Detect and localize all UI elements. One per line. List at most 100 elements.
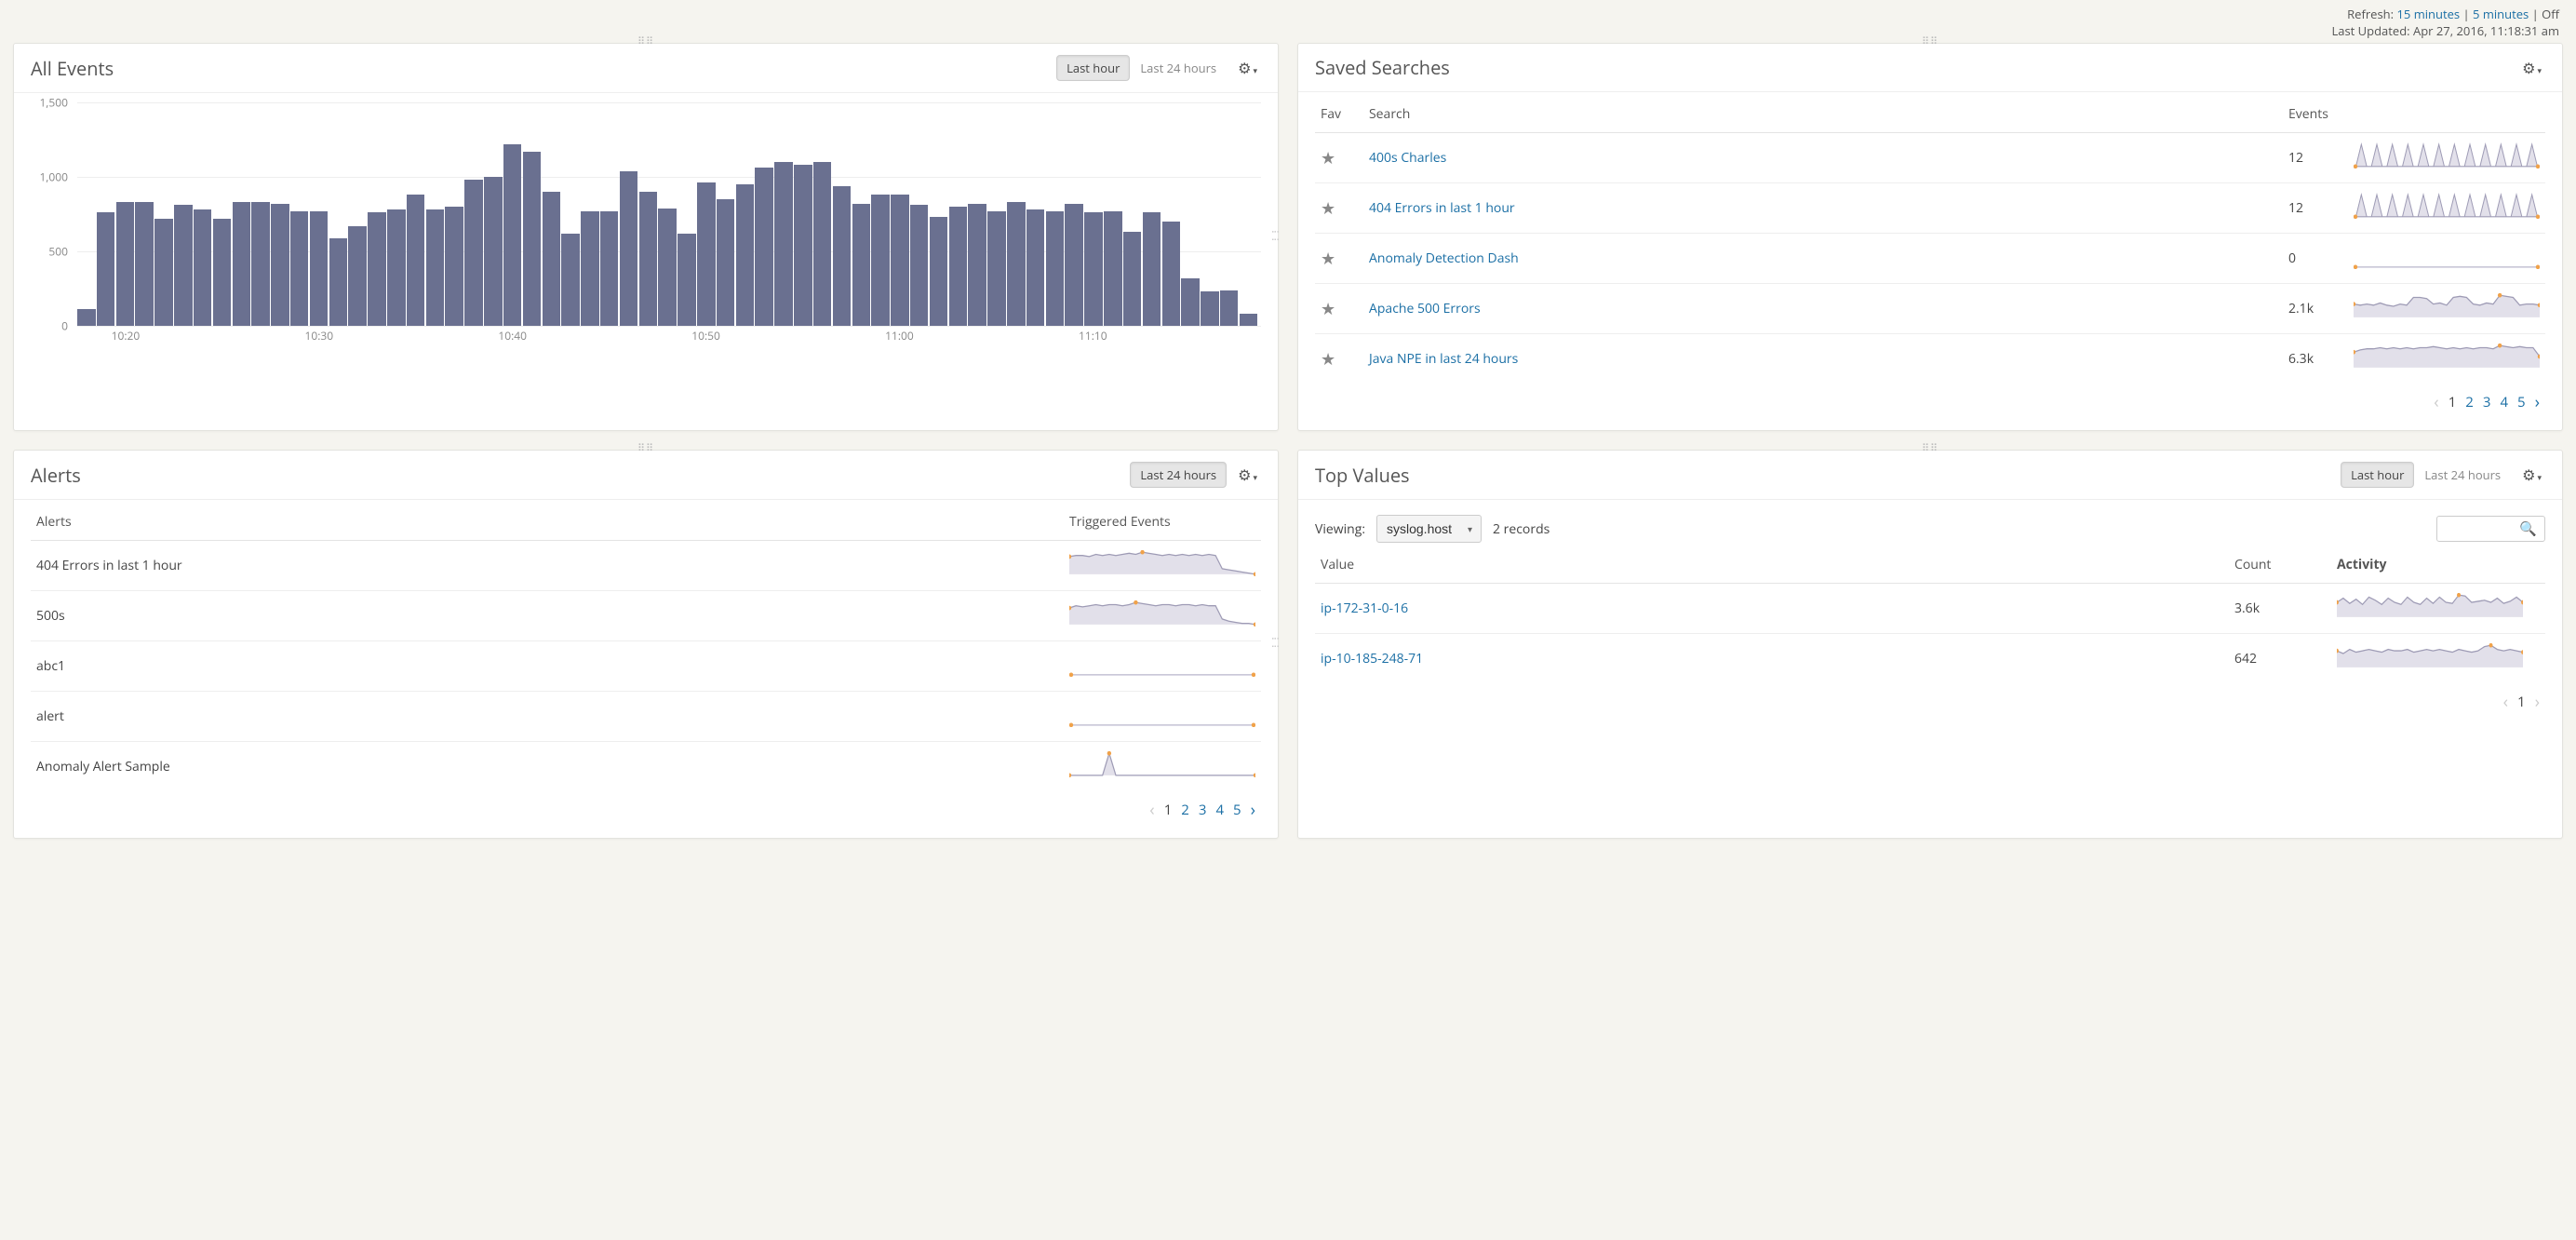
search-link[interactable]: Anomaly Detection Dash — [1369, 249, 1519, 267]
bar[interactable] — [290, 211, 309, 326]
bar[interactable] — [426, 209, 445, 326]
bar[interactable] — [910, 205, 929, 326]
panel-settings-button[interactable]: ⚙▾ — [1234, 463, 1261, 487]
bar[interactable] — [1007, 202, 1026, 326]
bar[interactable] — [1123, 232, 1142, 326]
col-value[interactable]: Value — [1315, 546, 2229, 584]
filter-input[interactable] — [2445, 522, 2519, 536]
bar[interactable] — [1104, 211, 1122, 326]
bar[interactable] — [271, 204, 289, 326]
bar[interactable] — [871, 195, 890, 326]
bar[interactable] — [678, 234, 696, 326]
bar[interactable] — [233, 202, 251, 326]
bar[interactable] — [600, 211, 619, 326]
bar[interactable] — [1162, 222, 1181, 326]
bar[interactable] — [581, 211, 599, 326]
pager-page[interactable]: 5 — [1233, 801, 1241, 819]
bar[interactable] — [968, 204, 986, 326]
bar[interactable] — [1065, 204, 1083, 326]
bar[interactable] — [310, 211, 329, 326]
search-link[interactable]: 400s Charles — [1369, 149, 1446, 167]
col-search[interactable]: Search — [1363, 96, 2283, 133]
bar[interactable] — [407, 195, 425, 326]
resize-handle-icon[interactable]: ⠇⠇ — [1268, 637, 1281, 653]
bar[interactable] — [77, 309, 96, 326]
search-link[interactable]: Apache 500 Errors — [1369, 300, 1481, 317]
bar[interactable] — [949, 207, 968, 326]
col-alerts[interactable]: Alerts — [31, 504, 1064, 541]
bar[interactable] — [1220, 290, 1239, 326]
value-link[interactable]: ip-10-185-248-71 — [1321, 650, 1423, 667]
bar[interactable] — [833, 186, 852, 326]
bar[interactable] — [174, 205, 193, 326]
refresh-5min-link[interactable]: 5 minutes — [2473, 6, 2529, 22]
bar[interactable] — [251, 202, 270, 326]
star-icon[interactable]: ★ — [1321, 348, 1335, 371]
pager-page[interactable]: 2 — [1181, 801, 1189, 819]
bar[interactable] — [1046, 211, 1065, 326]
pager-page[interactable]: 5 — [2517, 393, 2526, 411]
toggle-last-hour[interactable]: Last hour — [2341, 462, 2414, 488]
panel-settings-button[interactable]: ⚙▾ — [2518, 56, 2545, 80]
star-icon[interactable]: ★ — [1321, 298, 1335, 320]
bar[interactable] — [755, 168, 773, 326]
bar[interactable] — [697, 182, 716, 326]
drag-handle-icon[interactable]: ⠿⠿ — [1922, 34, 1939, 48]
col-triggered[interactable]: Triggered Events — [1064, 504, 1261, 541]
search-link[interactable]: 404 Errors in last 1 hour — [1369, 199, 1515, 217]
pager-next[interactable]: › — [2535, 391, 2540, 413]
bar[interactable] — [813, 162, 832, 326]
star-icon[interactable]: ★ — [1321, 248, 1335, 270]
col-activity[interactable]: Activity — [2331, 546, 2545, 584]
toggle-last-24h[interactable]: Last 24 hours — [1130, 55, 1227, 81]
bar[interactable] — [523, 152, 542, 326]
bar[interactable] — [543, 192, 561, 326]
star-icon[interactable]: ★ — [1321, 147, 1335, 169]
drag-handle-icon[interactable]: ⠿⠿ — [637, 34, 654, 48]
bar[interactable] — [194, 209, 212, 326]
bar[interactable] — [445, 207, 463, 326]
bar[interactable] — [503, 144, 522, 326]
toggle-last-24h[interactable]: Last 24 hours — [2414, 462, 2511, 488]
bar[interactable] — [1084, 212, 1103, 326]
bar[interactable] — [987, 211, 1006, 326]
bar[interactable] — [484, 177, 503, 326]
pager-page[interactable]: 3 — [1199, 801, 1207, 819]
pager-prev[interactable]: ‹ — [1149, 799, 1154, 821]
bar[interactable] — [1240, 314, 1258, 326]
bar[interactable] — [116, 202, 135, 326]
bar[interactable] — [97, 212, 115, 326]
bar[interactable] — [930, 217, 948, 326]
panel-settings-button[interactable]: ⚙▾ — [1234, 56, 1261, 80]
drag-handle-icon[interactable]: ⠿⠿ — [1922, 441, 1939, 455]
bar[interactable] — [717, 199, 735, 326]
pager-page[interactable]: 3 — [2483, 393, 2491, 411]
viewing-select[interactable]: syslog.host — [1376, 515, 1482, 543]
pager-next[interactable]: › — [2535, 691, 2540, 713]
pager-page[interactable]: 4 — [1215, 801, 1224, 819]
bar[interactable] — [639, 192, 658, 326]
bar[interactable] — [891, 195, 909, 326]
panel-settings-button[interactable]: ⚙▾ — [2518, 463, 2545, 487]
pager-prev[interactable]: ‹ — [2503, 691, 2508, 713]
toggle-last-hour[interactable]: Last hour — [1056, 55, 1130, 81]
bar[interactable] — [135, 202, 154, 326]
bar[interactable] — [348, 226, 367, 326]
bar[interactable] — [1201, 291, 1219, 326]
bar[interactable] — [1026, 209, 1045, 326]
bar[interactable] — [658, 209, 677, 326]
bar[interactable] — [736, 184, 755, 326]
bar[interactable] — [329, 238, 348, 326]
bar[interactable] — [387, 209, 406, 326]
pager-page[interactable]: 4 — [2500, 393, 2508, 411]
bar[interactable] — [368, 212, 386, 326]
resize-handle-icon[interactable]: ⠇⠇ — [1268, 229, 1281, 245]
bar[interactable] — [213, 219, 232, 326]
col-events[interactable]: Events — [2283, 96, 2348, 133]
bar[interactable] — [774, 162, 793, 326]
bar[interactable] — [154, 219, 173, 326]
pager-page[interactable]: 2 — [2465, 393, 2474, 411]
refresh-15min-link[interactable]: 15 minutes — [2396, 6, 2460, 22]
pager-prev[interactable]: ‹ — [2434, 391, 2438, 413]
search-link[interactable]: Java NPE in last 24 hours — [1369, 350, 1518, 368]
